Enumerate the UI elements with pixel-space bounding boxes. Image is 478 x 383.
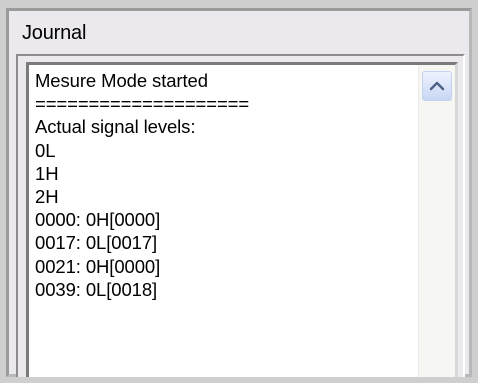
journal-line: Actual signal levels: [35, 116, 196, 138]
journal-textbox[interactable]: Mesure Mode started ====================… [26, 62, 458, 377]
scroll-up-button[interactable] [422, 71, 452, 101]
journal-line: Mesure Mode started [35, 70, 208, 91]
chevron-up-icon [429, 81, 445, 91]
journal-group-label: Journal [22, 22, 87, 44]
journal-line: 0017: 0L[0017] [35, 232, 158, 254]
vertical-scrollbar[interactable] [418, 65, 455, 377]
journal-line: 1H [35, 162, 59, 184]
journal-line: 0000: 0H[0000] [35, 209, 161, 231]
journal-line: ==================== [35, 93, 250, 115]
journal-lines: Mesure Mode started ====================… [35, 69, 249, 301]
journal-line: 0039: 0L[0018] [35, 278, 158, 300]
journal-line: 2H [35, 186, 59, 208]
journal-line: 0L [35, 139, 56, 161]
journal-line: 0021: 0H[0000] [35, 255, 161, 277]
